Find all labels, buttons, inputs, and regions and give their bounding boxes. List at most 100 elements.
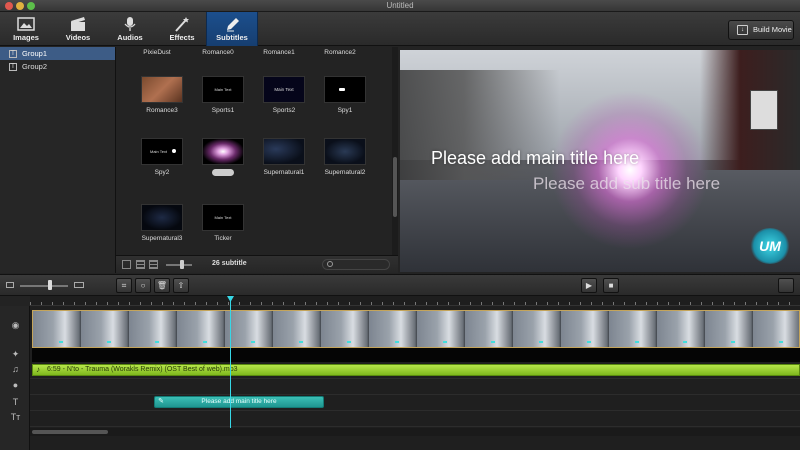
video-preview[interactable]: Please add main title here Please add su… xyxy=(400,50,800,272)
road-sign xyxy=(750,90,778,130)
subtitle-count: 26 subtitle xyxy=(212,260,247,267)
clip-marker xyxy=(59,341,63,343)
subtitle-thumbnail xyxy=(324,76,366,103)
list-view-icon[interactable] xyxy=(136,260,145,269)
play-button[interactable]: ▶ xyxy=(581,278,597,293)
subtitle-thumbnail xyxy=(202,138,244,165)
thumbnail-text: Main Text xyxy=(214,215,232,220)
clip-marker xyxy=(587,341,591,343)
pen-icon: ✎ xyxy=(158,398,164,405)
subtitle-label: Romance2 xyxy=(324,49,356,56)
app-window: Untitled Images Videos Audios Effects Su… xyxy=(0,0,800,450)
library-search-input[interactable] xyxy=(322,259,390,270)
timeline-scrollbar[interactable] xyxy=(30,428,800,436)
subtitle-item-supernatural3[interactable]: Supernatural3 xyxy=(131,204,193,242)
timeline-ruler[interactable] xyxy=(30,296,800,306)
stop-button[interactable]: ■ xyxy=(603,278,619,293)
main-toolbar: Images Videos Audios Effects Subtitles ↓… xyxy=(0,12,800,46)
subtitle-item-supernatural1[interactable]: Supernatural1 xyxy=(253,138,315,176)
tab-subtitles-label: Subtitles xyxy=(216,33,248,42)
pen-icon xyxy=(227,18,239,32)
tab-videos-label: Videos xyxy=(65,33,91,42)
music-track-icon: ♫ xyxy=(12,364,19,374)
selected-item-label-badge xyxy=(212,169,234,176)
subtitle-item-spy2[interactable]: Main Text Spy2 xyxy=(131,138,193,176)
tab-videos[interactable]: Videos xyxy=(52,12,104,46)
timeline-zoom-knob[interactable] xyxy=(48,280,52,290)
subtitle-track-icon: Tт xyxy=(10,412,21,422)
subtitle-item-sports2[interactable]: Main Text Sports2 xyxy=(253,76,315,114)
subtitle-label: Romance3 xyxy=(146,107,178,114)
import-button[interactable]: ⇧ xyxy=(173,278,189,293)
voice-track-icon: ● xyxy=(12,380,19,390)
track-headers: ◉ ✦ ♫ ● T Tт xyxy=(0,306,30,450)
tab-audios[interactable]: Audios xyxy=(104,12,156,46)
zoom-in-icon[interactable] xyxy=(74,282,84,288)
lens-flare xyxy=(550,90,710,250)
library-scrollbar[interactable] xyxy=(392,47,398,255)
fullscreen-button[interactable] xyxy=(778,278,794,293)
clapperboard-icon xyxy=(71,17,85,31)
thumbnail-dots xyxy=(339,88,345,91)
group-item-group1[interactable]: T Group1 xyxy=(0,47,115,60)
subtitle-label: Romance0 xyxy=(202,49,234,56)
tab-effects[interactable]: Effects xyxy=(156,12,208,46)
watermark-logo: UM xyxy=(750,228,790,264)
subtitle-label: Supernatural2 xyxy=(324,169,366,176)
subtitle-thumbnail xyxy=(324,138,366,165)
tab-audios-label: Audios xyxy=(117,33,143,42)
playhead[interactable] xyxy=(230,296,231,428)
subtitle-item-selected[interactable] xyxy=(192,138,254,176)
fit-view-icon[interactable] xyxy=(122,260,131,269)
group-item-group2[interactable]: T Group2 xyxy=(0,60,115,73)
rotate-button[interactable]: ○ xyxy=(135,278,151,293)
library-scroll-knob[interactable] xyxy=(393,157,397,217)
crop-button[interactable]: ⌗ xyxy=(116,278,132,293)
tab-effects-label: Effects xyxy=(169,33,195,42)
subtitle-item-spy1[interactable]: Spy1 xyxy=(314,76,376,114)
timeline-tracks: ◉ ✦ ♫ ● T Tт ♪ 6:59 - N'to - Trauma (Wor… xyxy=(0,306,800,450)
import-icon: ⇧ xyxy=(177,281,185,290)
audio-clip[interactable]: ♪ 6:59 - N'to - Trauma (Worakls Remix) (… xyxy=(32,364,800,376)
preview-sub-title[interactable]: Please add sub title here xyxy=(533,174,720,194)
subtitle-label: Sports2 xyxy=(272,107,296,114)
tab-images-label: Images xyxy=(13,33,39,42)
clip-marker xyxy=(107,341,111,343)
subtitle-thumbnail xyxy=(141,76,183,103)
subtitle-item-ticker[interactable]: Main Text Ticker xyxy=(192,204,254,242)
clip-marker xyxy=(347,341,351,343)
logo-text: UM xyxy=(759,238,781,254)
subtitle-clip[interactable]: ✎ Please add main title here xyxy=(154,396,324,408)
timeline-zoom-slider[interactable] xyxy=(20,285,68,287)
thumbnail-size-knob[interactable] xyxy=(180,260,184,269)
subtitle-label: PixieDust xyxy=(143,49,171,56)
subtitle-item-romance3[interactable]: Romance3 xyxy=(131,76,193,114)
track-divider xyxy=(30,426,800,427)
thumbnail-size-slider[interactable] xyxy=(166,264,192,266)
preview-main-title[interactable]: Please add main title here xyxy=(431,148,639,169)
export-icon: ↓ xyxy=(737,25,748,35)
tab-images[interactable]: Images xyxy=(0,12,52,46)
build-movie-label: Build Movie xyxy=(753,25,792,34)
subtitle-label: Supernatural3 xyxy=(141,235,183,242)
subtitle-thumbnail: Main Text xyxy=(202,76,244,103)
text-group-icon: T xyxy=(9,63,17,71)
clip-marker xyxy=(299,341,303,343)
timeline-scroll-knob[interactable] xyxy=(32,430,108,434)
subtitle-item-sports1[interactable]: Main Text Sports1 xyxy=(192,76,254,114)
build-movie-button[interactable]: ↓ Build Movie xyxy=(728,20,794,40)
video-clip[interactable] xyxy=(32,310,800,348)
subtitle-thumbnail: Main Text xyxy=(202,204,244,231)
music-note-icon: ♪ xyxy=(36,365,40,374)
delete-button[interactable]: 🗑 xyxy=(154,278,170,293)
clip-marker xyxy=(683,341,687,343)
detail-view-icon[interactable] xyxy=(149,260,158,269)
zoom-out-icon[interactable] xyxy=(6,282,14,288)
tab-subtitles[interactable]: Subtitles xyxy=(206,12,258,46)
clip-marker xyxy=(491,341,495,343)
play-icon: ▶ xyxy=(585,281,593,290)
subtitle-thumbnail: Main Text xyxy=(141,138,183,165)
effects-track[interactable] xyxy=(32,348,800,362)
clip-marker xyxy=(779,341,783,343)
subtitle-item-supernatural2[interactable]: Supernatural2 xyxy=(314,138,376,176)
